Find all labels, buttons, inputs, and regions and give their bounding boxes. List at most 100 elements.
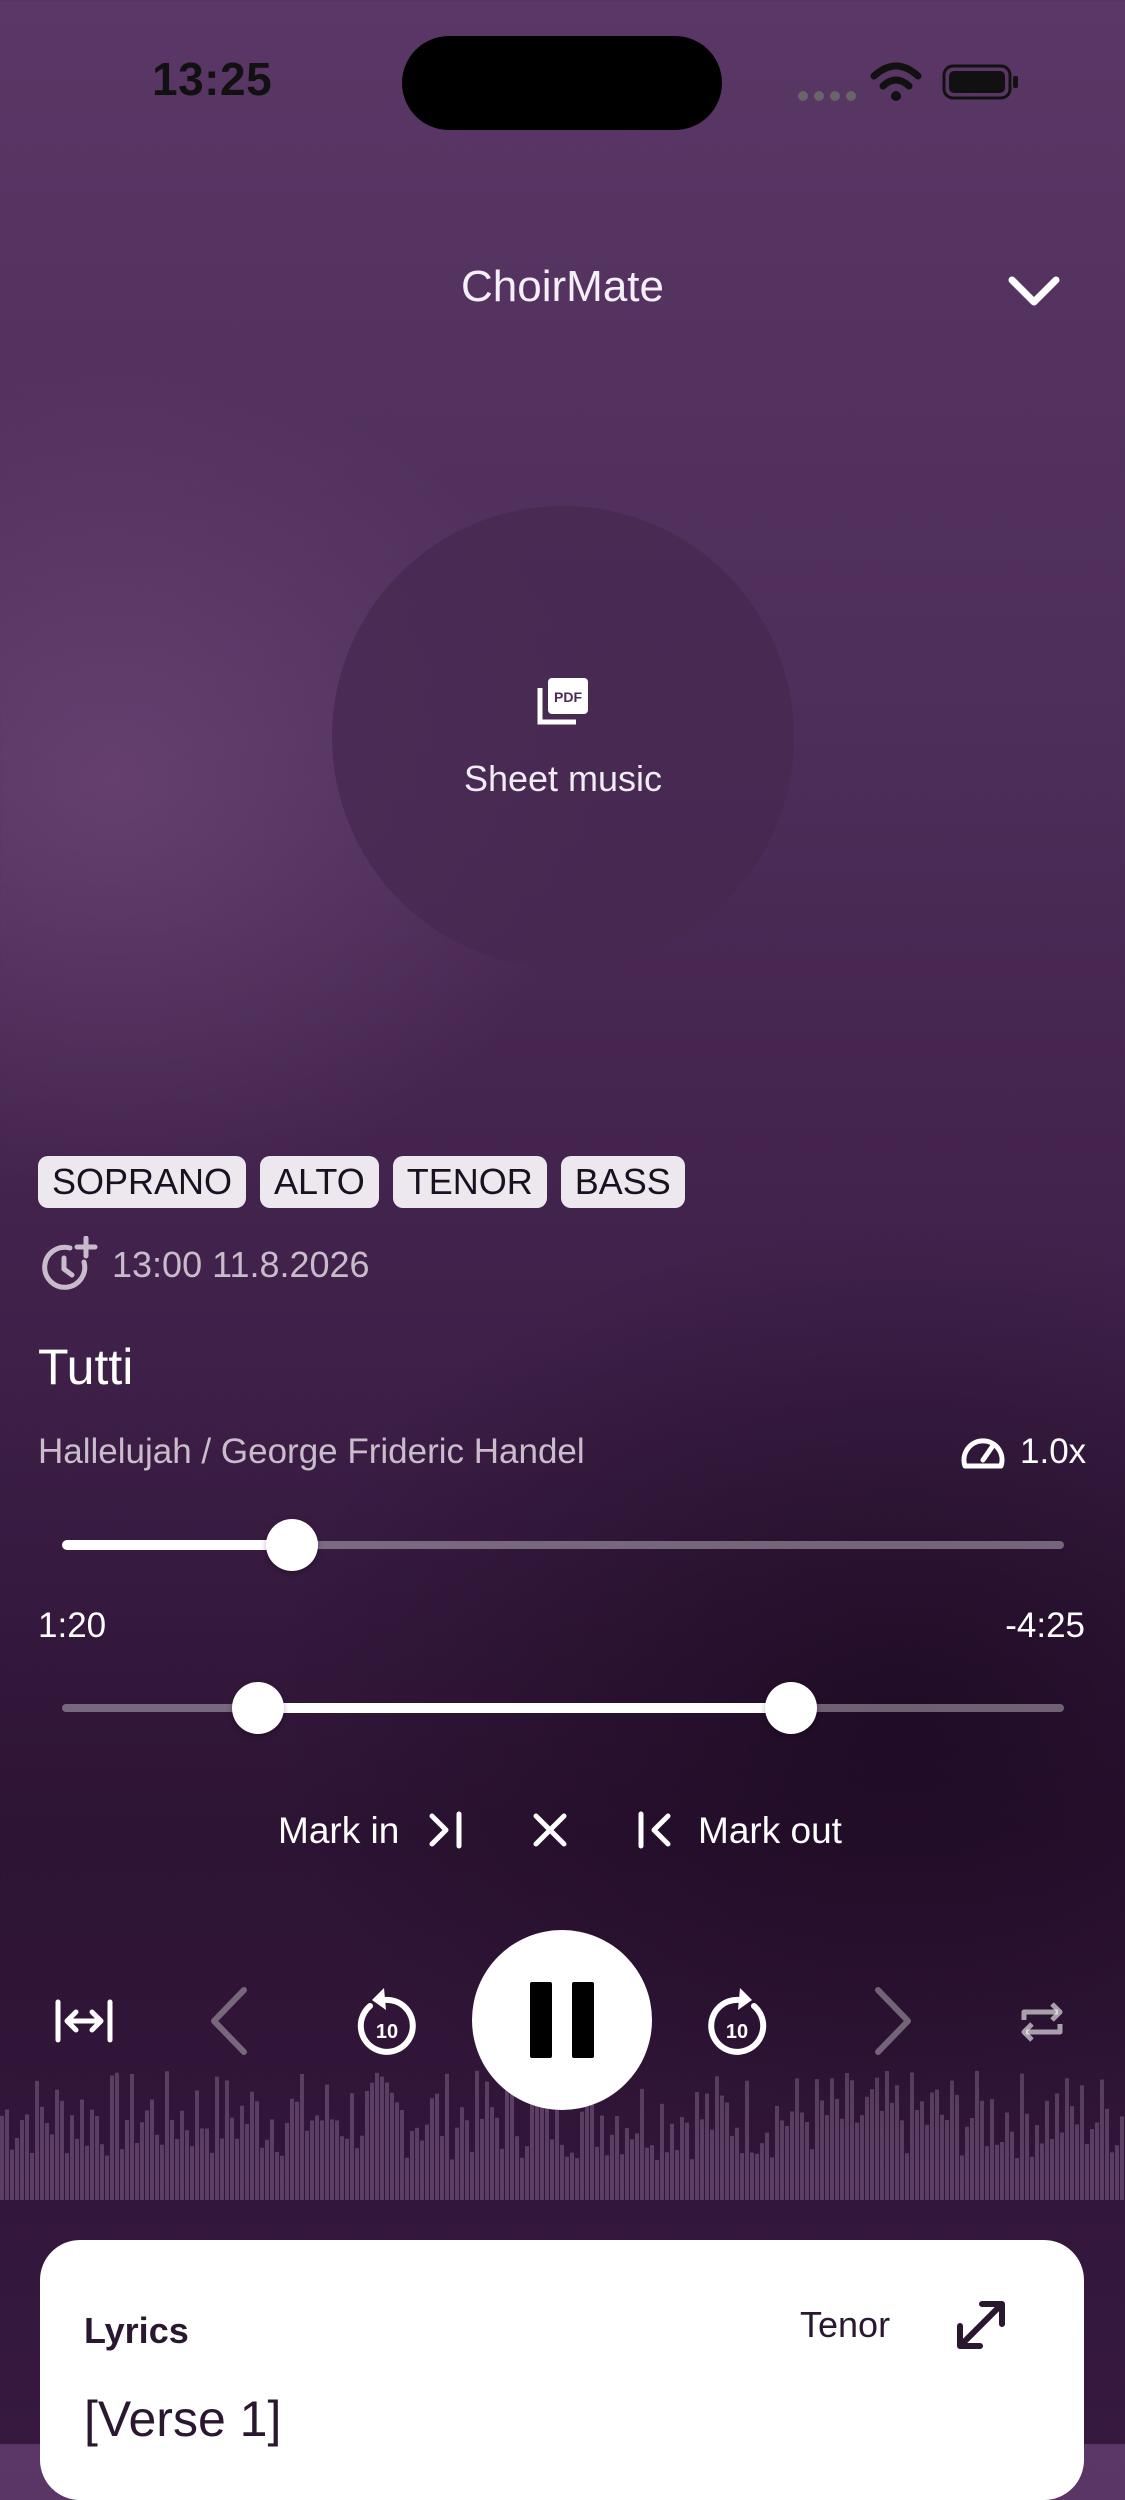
loop-fill [258,1703,792,1713]
waveform-bar [720,2095,724,2200]
track-title: Tutti [38,1339,134,1395]
speed-icon[interactable] [960,1430,1006,1474]
lyrics-card[interactable]: Lyrics Tenor [Verse 1] [40,2240,1084,2500]
waveform-bar [665,2152,669,2200]
waveform-bar [935,2089,939,2200]
waveform-bar [875,2077,879,2200]
waveform-bar [1025,2113,1029,2200]
mark-in-button[interactable]: Mark in [278,1810,399,1852]
waveform-bar [145,2110,149,2200]
waveform-bar [640,2088,644,2200]
expand-icon[interactable] [954,2298,1008,2352]
waveform-bar [10,2149,14,2200]
waveform-bar [385,2082,389,2200]
waveform-bar [1035,2124,1039,2200]
loop-end-knob[interactable] [765,1682,818,1734]
waveform-bar [880,2110,884,2200]
waveform-bar [65,2153,69,2200]
waveform-bar [225,2080,229,2200]
waveform-bar [140,2122,144,2200]
waveform-bar [630,2139,634,2200]
fit-width-icon[interactable] [54,1996,114,2046]
waveform-bar [190,2146,194,2200]
waveform-bar [245,2123,249,2200]
waveform-bar [185,2130,189,2200]
waveform-bar [100,2144,104,2200]
waveform-bar [180,2110,184,2200]
waveform-bar [915,2110,919,2200]
svg-text:PDF: PDF [554,689,582,705]
loop-start-knob[interactable] [232,1682,285,1734]
waveform-bar [515,2136,519,2200]
waveform-bar [25,2114,29,2200]
waveform-bar [970,2117,974,2200]
chip-soprano[interactable]: SOPRANO [38,1156,247,1208]
schedule-datetime: 13:00 11.8.2026 [112,1244,370,1285]
waveform-bar [250,2091,254,2200]
waveform-bar [910,2072,914,2200]
voice-chips: SOPRANO ALTO TENOR BASS [38,1156,685,1208]
waveform-bar [975,2070,979,2200]
waveform-bar [20,2120,24,2200]
waveform-bar [355,2148,359,2200]
waveform-bar [105,2155,109,2200]
close-icon[interactable] [528,1808,572,1852]
waveform-bar [715,2076,719,2200]
waveform-bar [405,2157,409,2200]
pause-icon [530,1982,594,2058]
waveform-bar [315,2115,319,2200]
waveform-bar [700,2119,704,2200]
waveform-bar [230,2117,234,2200]
chevron-down-icon[interactable] [1004,266,1064,314]
waveform-bar [510,2079,514,2200]
forward-10-icon[interactable]: 10 [704,1980,774,2060]
rewind-10-icon[interactable]: 10 [350,1980,420,2060]
repeat-icon[interactable] [1016,1998,1068,2046]
waveform-bar [215,2076,219,2200]
app-title: ChoirMate [461,262,664,311]
chip-tenor[interactable]: TENOR [392,1156,547,1208]
waveform-bar [120,2149,124,2200]
status-time: 13:25 [152,53,273,105]
waveform-bar [705,2093,709,2200]
next-icon[interactable] [870,1984,916,2058]
waveform-bar [165,2071,169,2200]
mark-out-icon[interactable] [634,1808,674,1852]
waveform-bar [460,2107,464,2200]
waveform-bar [475,2070,479,2200]
dynamic-island [402,36,722,130]
mark-out-button[interactable]: Mark out [698,1810,842,1852]
waveform-bar [760,2143,764,2200]
pause-button[interactable] [472,1930,652,2110]
waveform-bar [650,2145,654,2200]
waveform-bar [310,2120,314,2200]
waveform-bar [370,2082,374,2200]
speed-value[interactable]: 1.0x [1020,1432,1086,1472]
waveform-bar [690,2159,694,2200]
sheet-music-button[interactable] [332,506,794,968]
waveform-bar [1115,2145,1119,2200]
waveform-bar [1020,2073,1024,2200]
waveform-bar [785,2126,789,2200]
lyrics-voice-selector[interactable]: Tenor [800,2304,890,2346]
track-subtitle: Hallelujah / George Frideric Handel [38,1432,585,1471]
waveform-bar [175,2139,179,2200]
mark-in-icon[interactable] [426,1808,466,1852]
waveform-bar [800,2112,804,2200]
waveform-bar [995,2144,999,2200]
waveform-bar [1010,2131,1014,2200]
waveform-bar [1100,2079,1104,2200]
position-knob[interactable] [266,1519,319,1571]
waveform-bar [1080,2085,1084,2200]
waveform-bar [295,2101,299,2200]
waveform-bar [390,2092,394,2200]
chip-alto[interactable]: ALTO [260,1156,379,1208]
lyrics-line: [Verse 1] [84,2391,282,2447]
waveform-bar [445,2073,449,2200]
waveform-bar [200,2128,204,2200]
waveform-bar [660,2103,664,2200]
waveform-bar [775,2105,779,2200]
previous-icon[interactable] [206,1984,252,2058]
chip-bass[interactable]: BASS [560,1156,685,1208]
waveform-bar [505,2088,509,2200]
